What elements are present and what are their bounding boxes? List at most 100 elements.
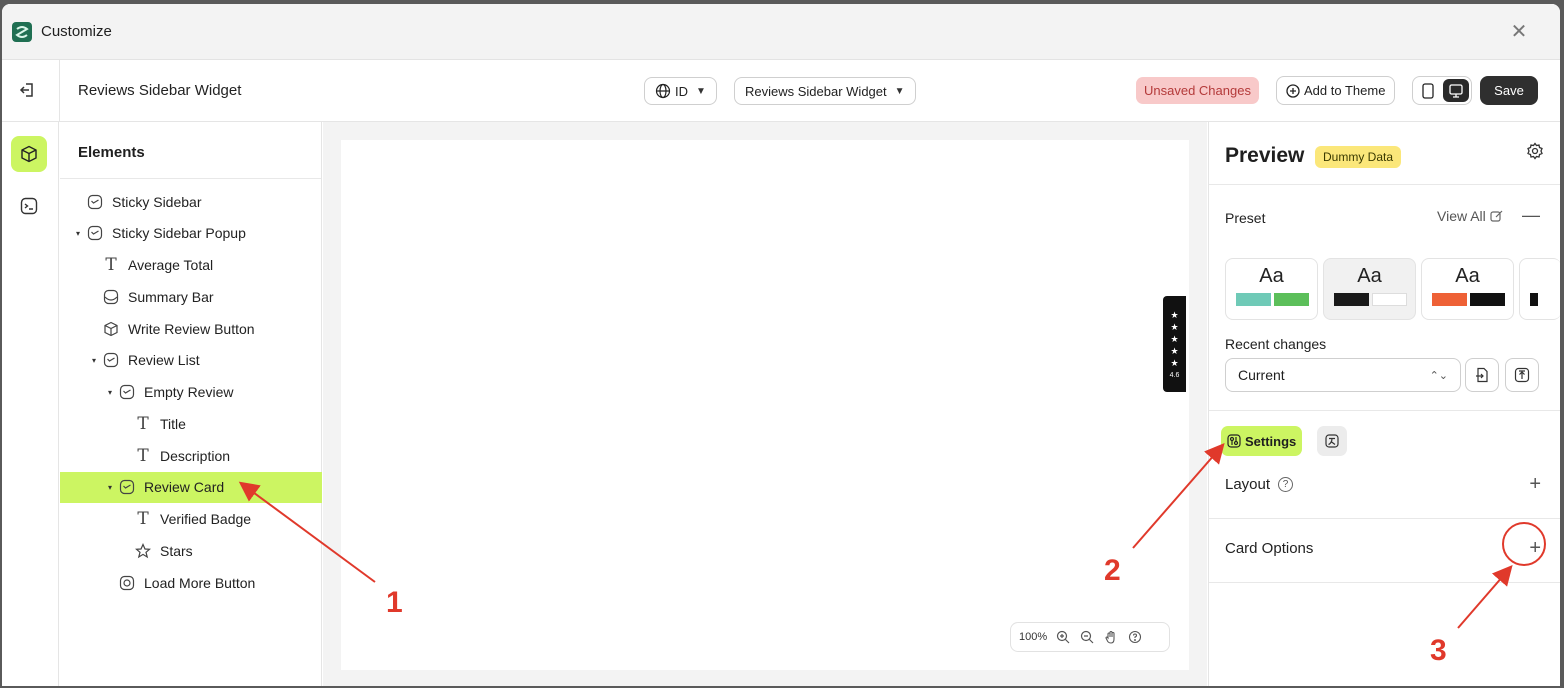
preset-card[interactable]: Aa <box>1421 258 1514 320</box>
settings-tab[interactable]: Settings <box>1221 426 1303 456</box>
recent-changes-value: Current <box>1238 367 1285 383</box>
translate-tab[interactable] <box>1317 426 1347 456</box>
preview-title: Preview <box>1225 144 1305 167</box>
window-title: Customize <box>41 23 112 40</box>
exit-icon[interactable] <box>18 80 38 100</box>
star-icon: ★ <box>1170 321 1179 332</box>
caret-down-icon[interactable]: ▾ <box>108 388 118 397</box>
updown-icon: ⌃⌄ <box>1429 369 1448 382</box>
customize-window: Customize ✕ Reviews Sidebar Widget ID ▼ … <box>2 4 1560 686</box>
export-icon <box>1514 367 1530 383</box>
cube-icon <box>21 145 37 163</box>
hand-icon[interactable] <box>1103 629 1119 645</box>
tree-item[interactable]: Summary Bar <box>60 281 322 312</box>
help-icon[interactable]: ? <box>1278 477 1294 492</box>
tree-item[interactable]: T Description <box>60 440 322 471</box>
canvas-area <box>323 122 1207 686</box>
tree-item[interactable]: Load More Button <box>60 567 322 598</box>
cube-icon <box>102 320 120 338</box>
elements-rail-button[interactable] <box>11 136 47 172</box>
widget-select[interactable]: Reviews Sidebar Widget ▼ <box>734 77 916 105</box>
collapse-icon[interactable]: — <box>1522 205 1540 226</box>
tree-item[interactable]: T Verified Badge <box>60 504 322 535</box>
recent-changes-select[interactable]: Current ⌃⌄ <box>1225 358 1461 392</box>
tree-item[interactable]: ▾ Review Card <box>60 471 322 503</box>
tree-item-label: Sticky Sidebar <box>112 193 202 210</box>
text-icon: T <box>105 255 117 275</box>
summary-icon <box>102 288 120 306</box>
caret-down-icon[interactable]: ▾ <box>92 356 102 365</box>
sticky-sidebar-tab[interactable]: ★ ★ ★ ★ ★ 4.6 <box>1163 296 1186 392</box>
code-rail-button[interactable] <box>11 188 47 224</box>
caret-down-icon[interactable]: ▾ <box>108 483 118 492</box>
plus-circle-icon <box>1286 83 1300 98</box>
tree-item-label: Load More Button <box>144 574 256 591</box>
close-icon[interactable]: ✕ <box>1508 21 1530 43</box>
tree-item[interactable]: ▾ Sticky Sidebar Popup <box>60 218 322 249</box>
divider <box>1209 518 1560 519</box>
zoom-in-icon[interactable] <box>1055 629 1071 645</box>
save-button[interactable]: Save <box>1480 76 1538 105</box>
layout-section[interactable]: Layout ? + <box>1225 473 1547 496</box>
widget-select-label: Reviews Sidebar Widget <box>745 83 887 99</box>
preview-panel: Preview Dummy Data Preset View All — Aa A… <box>1208 122 1560 686</box>
view-all-link[interactable]: View All <box>1437 208 1504 224</box>
button-icon <box>118 574 136 592</box>
color-swatch <box>1236 293 1271 306</box>
help-icon[interactable] <box>1127 629 1143 645</box>
star-icon: ★ <box>1170 309 1179 320</box>
recent-changes-label: Recent changes <box>1225 336 1327 352</box>
export-button[interactable] <box>1505 358 1539 392</box>
zoom-out-icon[interactable] <box>1079 629 1095 645</box>
preset-sample-text: Aa <box>1259 265 1284 287</box>
preset-card[interactable]: Aa <box>1225 258 1318 320</box>
import-icon <box>1476 367 1488 383</box>
tree-item-label: Write Review Button <box>128 320 255 337</box>
settings-icon <box>1227 434 1241 448</box>
card-options-label: Card Options <box>1225 540 1314 557</box>
tree-item[interactable]: T Title <box>60 408 322 439</box>
star-icon <box>134 542 152 560</box>
block-icon <box>102 351 120 369</box>
tree-item-label: Sticky Sidebar Popup <box>112 225 246 242</box>
elements-panel: Elements Sticky Sidebar ▾ Sticky Sidebar P… <box>60 122 322 686</box>
view-all-label: View All <box>1437 208 1486 224</box>
tree-item-label: Average Total <box>128 257 214 273</box>
text-icon: T <box>137 413 149 434</box>
mobile-view-icon[interactable] <box>1415 79 1441 102</box>
divider <box>1209 410 1560 411</box>
language-select[interactable]: ID ▼ <box>644 77 717 105</box>
tree-item[interactable]: ▾ Empty Review <box>60 377 322 408</box>
expand-plus-icon[interactable]: + <box>1529 473 1541 496</box>
tree-item[interactable]: Write Review Button <box>60 313 322 344</box>
import-button[interactable] <box>1465 358 1499 392</box>
desktop-view-icon[interactable] <box>1443 79 1469 102</box>
gear-icon[interactable] <box>1526 142 1544 160</box>
star-icon: ★ <box>1170 357 1179 368</box>
tree-item[interactable]: Sticky Sidebar <box>60 186 322 217</box>
tree-item-label: Review Card <box>144 479 225 496</box>
color-swatch <box>1530 293 1538 306</box>
caret-down-icon[interactable]: ▾ <box>76 229 86 238</box>
tree-item-label: Review List <box>128 352 200 369</box>
expand-plus-icon[interactable]: + <box>1529 537 1541 560</box>
add-to-theme-label: Add to Theme <box>1304 83 1386 98</box>
tree-item-label: Stars <box>160 542 193 559</box>
app-logo-icon <box>12 21 32 42</box>
tree-item[interactable]: ▾ Review List <box>60 345 322 376</box>
elements-title: Elements <box>78 144 145 161</box>
star-icon: ★ <box>1170 333 1179 344</box>
tree-item[interactable]: Stars <box>60 535 322 566</box>
language-label: ID <box>675 83 688 99</box>
add-to-theme-button[interactable]: Add to Theme <box>1276 76 1396 105</box>
tree-item[interactable]: T Average Total <box>60 250 322 281</box>
divider <box>1209 582 1560 583</box>
card-options-section[interactable]: Card Options + <box>1225 537 1547 560</box>
preset-card[interactable] <box>1519 258 1560 320</box>
divider <box>1209 184 1560 185</box>
block-icon <box>118 383 136 401</box>
preset-sample-text: Aa <box>1357 265 1382 287</box>
preset-card[interactable]: Aa <box>1323 258 1416 320</box>
annotation-label: 3 <box>1430 634 1447 667</box>
chevron-down-icon: ▼ <box>696 85 706 97</box>
